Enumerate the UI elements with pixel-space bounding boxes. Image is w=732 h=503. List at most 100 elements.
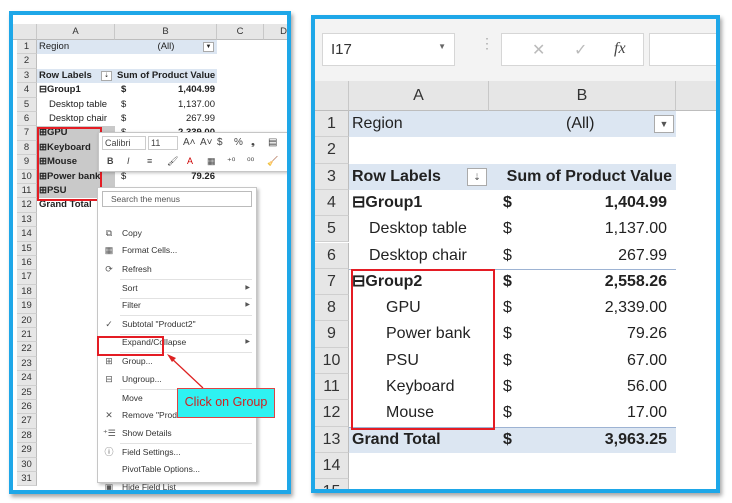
cell-a6: Desktop chair	[49, 113, 108, 124]
row-header[interactable]: 27	[17, 414, 37, 429]
increase-decimal-icon[interactable]: ⁺⁰	[227, 156, 235, 167]
row-header[interactable]: 2	[315, 137, 349, 164]
menu-item-hide-field-list[interactable]: ▣ Hide Field List	[98, 479, 256, 490]
column-header-b[interactable]: B	[489, 81, 676, 111]
row-header[interactable]: 6	[315, 242, 349, 269]
borders-icon[interactable]: ▦	[207, 156, 216, 167]
row-header[interactable]: 26	[17, 400, 37, 415]
menu-item-show-details[interactable]: ⁺☰ Show Details	[98, 425, 256, 442]
cancel-icon[interactable]: ✕	[532, 40, 545, 60]
row-header[interactable]: 1	[315, 111, 349, 138]
sort-filter-icon[interactable]: ⇣	[467, 167, 487, 186]
row-header[interactable]: 15	[315, 479, 349, 489]
row-header[interactable]: 18	[17, 284, 37, 300]
row-header[interactable]: 5	[17, 97, 37, 112]
selection-highlight-box	[37, 127, 102, 201]
row-header[interactable]: 15	[17, 241, 37, 256]
decrease-decimal-icon[interactable]: ⁰⁰	[247, 156, 254, 167]
column-header-c[interactable]	[676, 81, 716, 111]
cell-b1: (All)	[566, 115, 595, 132]
insert-function-icon[interactable]: fx	[614, 40, 626, 58]
show-details-icon: ⁺☰	[103, 428, 116, 438]
grip-icon: ⋮	[480, 35, 494, 51]
column-header-a[interactable]: A	[37, 24, 115, 40]
menu-item-refresh[interactable]: ⟳ Refresh	[98, 261, 256, 278]
row-header[interactable]: 3	[315, 163, 349, 190]
row-header[interactable]: 6	[17, 112, 37, 127]
row-header[interactable]: 8	[315, 295, 349, 322]
search-menus-input[interactable]: Search the menus	[102, 191, 252, 207]
row-header[interactable]: 14	[315, 452, 349, 480]
menu-item-copy[interactable]: ⧉ Copy	[98, 225, 256, 242]
filter-dropdown-icon[interactable]: ▼	[203, 42, 214, 52]
percent-icon[interactable]: %	[234, 137, 243, 148]
column-header-a[interactable]: A	[349, 81, 489, 111]
row-header[interactable]: 16	[17, 256, 37, 271]
row-header[interactable]: 20	[17, 313, 37, 328]
row-header[interactable]: 5	[315, 216, 349, 243]
row-header[interactable]: 9	[315, 321, 349, 348]
row-header[interactable]: 19	[17, 299, 37, 314]
row-header[interactable]: 12	[17, 198, 37, 213]
row-header[interactable]: 10	[315, 347, 349, 374]
row-header[interactable]: 10	[17, 169, 37, 184]
comma-icon[interactable]: ❟	[251, 137, 255, 148]
format-icon[interactable]: ▤	[268, 137, 277, 148]
row-header[interactable]: 8	[17, 140, 37, 156]
row-header[interactable]: 11	[17, 184, 37, 199]
row-header[interactable]: 21	[17, 328, 37, 343]
row-header[interactable]: 1	[17, 40, 37, 55]
menu-item-label: Move	[122, 393, 143, 403]
row-header[interactable]: 4	[315, 189, 349, 217]
font-color-icon[interactable]: A	[187, 156, 193, 166]
menu-item-field-settings[interactable]: ⓘ Field Settings...	[98, 444, 256, 461]
row-header[interactable]: 14	[17, 227, 37, 242]
filter-dropdown-icon[interactable]: ▼	[654, 115, 674, 133]
row-header[interactable]: 3	[17, 68, 37, 84]
align-icon[interactable]: ≡	[147, 156, 152, 166]
row-header[interactable]: 28	[17, 428, 37, 444]
sort-filter-icon[interactable]: ⇣	[101, 70, 112, 81]
row-header[interactable]: 11	[315, 374, 349, 401]
menu-item-ungroup[interactable]: ⊟ Ungroup...	[98, 371, 256, 388]
row-header[interactable]: 30	[17, 457, 37, 472]
row-header[interactable]: 13	[17, 212, 37, 228]
fill-color-icon[interactable]: 🖌	[167, 156, 178, 167]
menu-item-pivottable-options[interactable]: PivotTable Options...	[98, 461, 256, 478]
format-painter-icon[interactable]: 🧹	[267, 156, 278, 167]
menu-item-subtotal-product[interactable]: ✓ Subtotal "Product2"	[98, 316, 256, 333]
enter-icon[interactable]: ✓	[574, 40, 587, 60]
column-header-b[interactable]: B	[115, 24, 217, 40]
formula-input[interactable]	[649, 33, 716, 66]
row-header[interactable]: 23	[17, 356, 37, 372]
column-header-d[interactable]: D	[264, 24, 287, 40]
row-header[interactable]: 4	[17, 83, 37, 98]
menu-item-sort[interactable]: Sort ▶	[98, 280, 256, 297]
row-header[interactable]: 29	[17, 443, 37, 458]
font-size-box[interactable]: 11	[148, 136, 178, 150]
row-header[interactable]: 24	[17, 371, 37, 386]
row-header[interactable]: 2	[17, 54, 37, 69]
row-header[interactable]: 7	[315, 268, 349, 296]
increase-font-icon[interactable]: A˄	[183, 137, 196, 148]
row-header[interactable]: 12	[315, 400, 349, 427]
cell-b7: 2,558.26	[604, 272, 667, 290]
italic-icon[interactable]: I	[127, 156, 130, 166]
row-header[interactable]: 13	[315, 426, 349, 453]
font-name-box[interactable]: Calibri	[102, 136, 146, 150]
row-header[interactable]: 22	[17, 342, 37, 357]
row-header[interactable]: 7	[17, 126, 37, 141]
row-header[interactable]: 31	[17, 472, 37, 487]
cell-a4: ⊟Group1	[39, 84, 81, 96]
row-header[interactable]: 25	[17, 385, 37, 400]
decrease-font-icon[interactable]: A˅	[200, 137, 213, 148]
currency-icon[interactable]: $	[217, 137, 223, 148]
column-header-c[interactable]: C	[217, 24, 264, 40]
name-box[interactable]: I17 ▼	[322, 33, 455, 66]
row-header[interactable]: 17	[17, 270, 37, 285]
row-header[interactable]: 9	[17, 155, 37, 170]
select-all-corner[interactable]	[315, 81, 349, 111]
menu-item-format-cells[interactable]: ▦ Format Cells...	[98, 242, 256, 259]
menu-item-filter[interactable]: Filter ▶	[98, 297, 256, 314]
bold-icon[interactable]: B	[107, 156, 114, 166]
